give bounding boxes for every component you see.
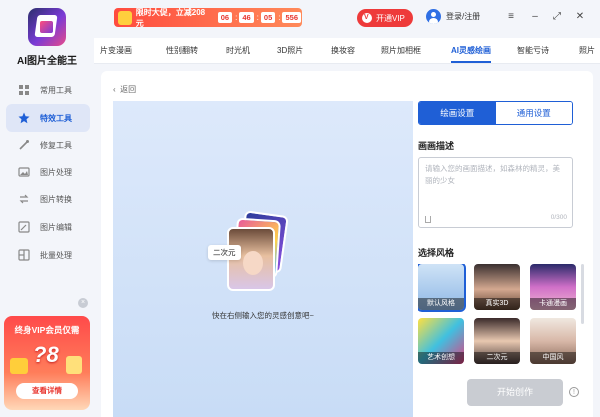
description-input[interactable]: 请输入您的画面描述，如森林的精灵，美丽的少女 0/300 bbox=[418, 157, 573, 228]
style-title: 选择风格 bbox=[418, 248, 455, 258]
promo-title: 终身VIP会员仅需 bbox=[14, 325, 80, 335]
menu-icon[interactable]: ≡ bbox=[504, 10, 518, 24]
sidebar-item-label: 批量处理 bbox=[40, 250, 72, 260]
login-label: 登录/注册 bbox=[446, 12, 481, 21]
trash-icon[interactable] bbox=[425, 216, 431, 223]
close-icon[interactable]: × bbox=[78, 298, 88, 308]
tab-paint-settings[interactable]: 绘画设置 bbox=[419, 102, 496, 124]
desc-title: 画画描述 bbox=[418, 141, 455, 151]
feature-tabs: 片变漫画 性别翻转 时光机 3D照片 换妆容 照片加相框 AI灵感绘画 智能亏诗… bbox=[94, 38, 600, 64]
settings-tabs: 绘画设置 通用设置 bbox=[418, 101, 573, 125]
style-real-3d[interactable]: 真实3D bbox=[474, 264, 520, 310]
preview-canvas: 二次元 快在右侧输入您的灵感创意吧~ bbox=[113, 101, 413, 417]
style-cartoon[interactable]: 卡通漫画 bbox=[530, 264, 576, 310]
sidebar-item-label: 图片编辑 bbox=[40, 222, 72, 232]
image-icon bbox=[18, 166, 30, 178]
gift-icon bbox=[118, 10, 132, 25]
vip-promo-card[interactable]: 终身VIP会员仅需 ?8 查看详情 bbox=[4, 316, 90, 410]
app-name: AI图片全能王 bbox=[17, 56, 77, 67]
countdown-hours: 06 bbox=[217, 12, 233, 23]
style-grid: 默认风格 真实3D 卡通漫画 艺术创想 二次元 中国风 bbox=[418, 264, 578, 368]
char-counter: 0/300 bbox=[550, 214, 567, 221]
canvas-hint: 快在右侧输入您的灵感创意吧~ bbox=[212, 311, 314, 320]
info-icon[interactable]: ! bbox=[569, 387, 579, 397]
description-placeholder: 请输入您的画面描述，如森林的精灵，美丽的少女 bbox=[425, 164, 560, 185]
tab-3d-photo[interactable]: 3D照片 bbox=[277, 45, 303, 56]
sidebar-item-repair-tools[interactable]: 修复工具 bbox=[6, 131, 90, 159]
start-create-button[interactable]: 开始创作 bbox=[467, 379, 563, 406]
sale-banner[interactable]: 限时大促，立减208元 06: 46: 05: 556 bbox=[114, 7, 302, 28]
style-label: 中国风 bbox=[530, 352, 576, 364]
tab-general-settings[interactable]: 通用设置 bbox=[495, 102, 572, 124]
style-art[interactable]: 艺术创想 bbox=[418, 318, 464, 364]
promo-details-button[interactable]: 查看详情 bbox=[16, 383, 78, 399]
countdown-seconds: 05 bbox=[260, 12, 276, 23]
countdown-ms: 556 bbox=[282, 12, 301, 23]
back-button[interactable]: ‹ 返回 bbox=[113, 84, 136, 95]
style-label: 真实3D bbox=[474, 298, 520, 310]
back-label: 返回 bbox=[120, 85, 137, 94]
style-label: 艺术创想 bbox=[418, 352, 464, 364]
style-label: 卡通漫画 bbox=[530, 298, 576, 310]
sidebar-item-label: 特效工具 bbox=[40, 113, 72, 123]
countdown-minutes: 46 bbox=[239, 12, 254, 23]
tab-ai-painting[interactable]: AI灵感绘画 bbox=[451, 45, 491, 56]
scrollbar[interactable] bbox=[581, 264, 584, 324]
convert-icon bbox=[18, 193, 30, 205]
tab-makeup[interactable]: 换妆容 bbox=[331, 45, 355, 56]
sidebar-item-label: 修复工具 bbox=[40, 140, 72, 150]
tab-photo-frame[interactable]: 照片加相框 bbox=[381, 45, 421, 56]
vip-button-label: 开通VIP bbox=[376, 13, 405, 23]
promo-price: ?8 bbox=[33, 342, 59, 367]
star-icon bbox=[18, 112, 30, 124]
grid-icon bbox=[18, 84, 30, 96]
sidebar-item-label: 图片转换 bbox=[40, 194, 72, 204]
batch-icon bbox=[18, 249, 30, 261]
gift-icon bbox=[10, 358, 28, 374]
edit-icon bbox=[18, 221, 30, 233]
sidebar-item-image-convert[interactable]: 图片转换 bbox=[6, 185, 90, 213]
sidebar: AI图片全能王 常用工具 特效工具 修复工具 图片处理 图片转换 图片编辑 批量… bbox=[0, 0, 94, 417]
wand-icon bbox=[18, 139, 30, 151]
sidebar-item-effect-tools[interactable]: 特效工具 bbox=[6, 104, 90, 132]
style-label: 默认风格 bbox=[418, 298, 464, 310]
style-chinese[interactable]: 中国风 bbox=[530, 318, 576, 364]
sidebar-item-image-process[interactable]: 图片处理 bbox=[6, 158, 90, 186]
sidebar-item-label: 常用工具 bbox=[40, 85, 72, 95]
sidebar-item-common-tools[interactable]: 常用工具 bbox=[6, 76, 90, 104]
style-default[interactable]: 默认风格 bbox=[418, 264, 466, 312]
login-link[interactable]: 登录/注册 bbox=[426, 9, 480, 24]
top-bar: 限时大促，立减208元 06: 46: 05: 556 开通VIP 登录/注册 … bbox=[94, 0, 600, 38]
vip-icon bbox=[362, 13, 372, 23]
maximize-icon[interactable]: ⤢ bbox=[550, 10, 564, 24]
style-anime[interactable]: 二次元 bbox=[474, 318, 520, 364]
gift-icon bbox=[66, 356, 82, 374]
banner-text: 限时大促，立减208元 bbox=[135, 7, 206, 28]
style-label: 二次元 bbox=[474, 352, 520, 364]
tab-photo[interactable]: 照片 bbox=[579, 45, 595, 56]
tab-anime[interactable]: 片变漫画 bbox=[100, 45, 132, 56]
style-tag: 二次元 bbox=[208, 245, 241, 260]
open-vip-button[interactable]: 开通VIP bbox=[357, 9, 413, 27]
tab-gender-swap[interactable]: 性别翻转 bbox=[166, 45, 198, 56]
app-logo bbox=[28, 8, 66, 46]
active-tab-indicator bbox=[451, 61, 491, 63]
sidebar-item-batch[interactable]: 批量处理 bbox=[6, 241, 90, 269]
main-panel: ‹ 返回 二次元 快在右侧输入您的灵感创意吧~ 绘画设置 通用设置 画画描述 请… bbox=[101, 71, 593, 417]
minimize-icon[interactable]: – bbox=[528, 10, 542, 24]
sidebar-item-label: 图片处理 bbox=[40, 167, 72, 177]
avatar bbox=[426, 9, 441, 24]
tab-smart-poem[interactable]: 智能亏诗 bbox=[517, 45, 549, 56]
close-window-icon[interactable]: ✕ bbox=[573, 10, 587, 24]
sidebar-item-image-edit[interactable]: 图片编辑 bbox=[6, 213, 90, 241]
tab-time-machine[interactable]: 时光机 bbox=[226, 45, 250, 56]
